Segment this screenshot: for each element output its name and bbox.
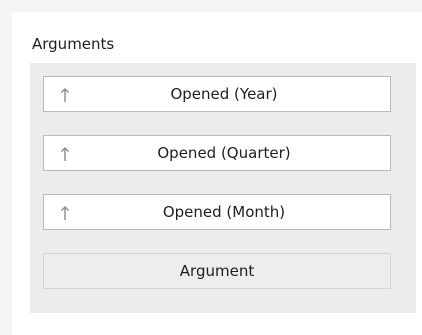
argument-label: Opened (Month) xyxy=(162,203,286,221)
argument-label: Opened (Year) xyxy=(170,85,278,103)
arguments-drop-area[interactable]: Opened (Year) Opened (Quarter) Opened (M… xyxy=(30,63,416,313)
argument-item-opened-month[interactable]: Opened (Month) xyxy=(43,194,391,230)
argument-item-opened-year[interactable]: Opened (Year) xyxy=(43,76,391,112)
argument-item-opened-quarter[interactable]: Opened (Quarter) xyxy=(43,135,391,171)
argument-label: Opened (Quarter) xyxy=(157,144,291,162)
arguments-section-title: Arguments xyxy=(32,35,115,53)
argument-placeholder[interactable]: Argument xyxy=(43,253,391,289)
arguments-panel: Arguments Opened (Year) Opened (Quarter) xyxy=(12,12,422,335)
argument-placeholder-label: Argument xyxy=(179,262,255,280)
